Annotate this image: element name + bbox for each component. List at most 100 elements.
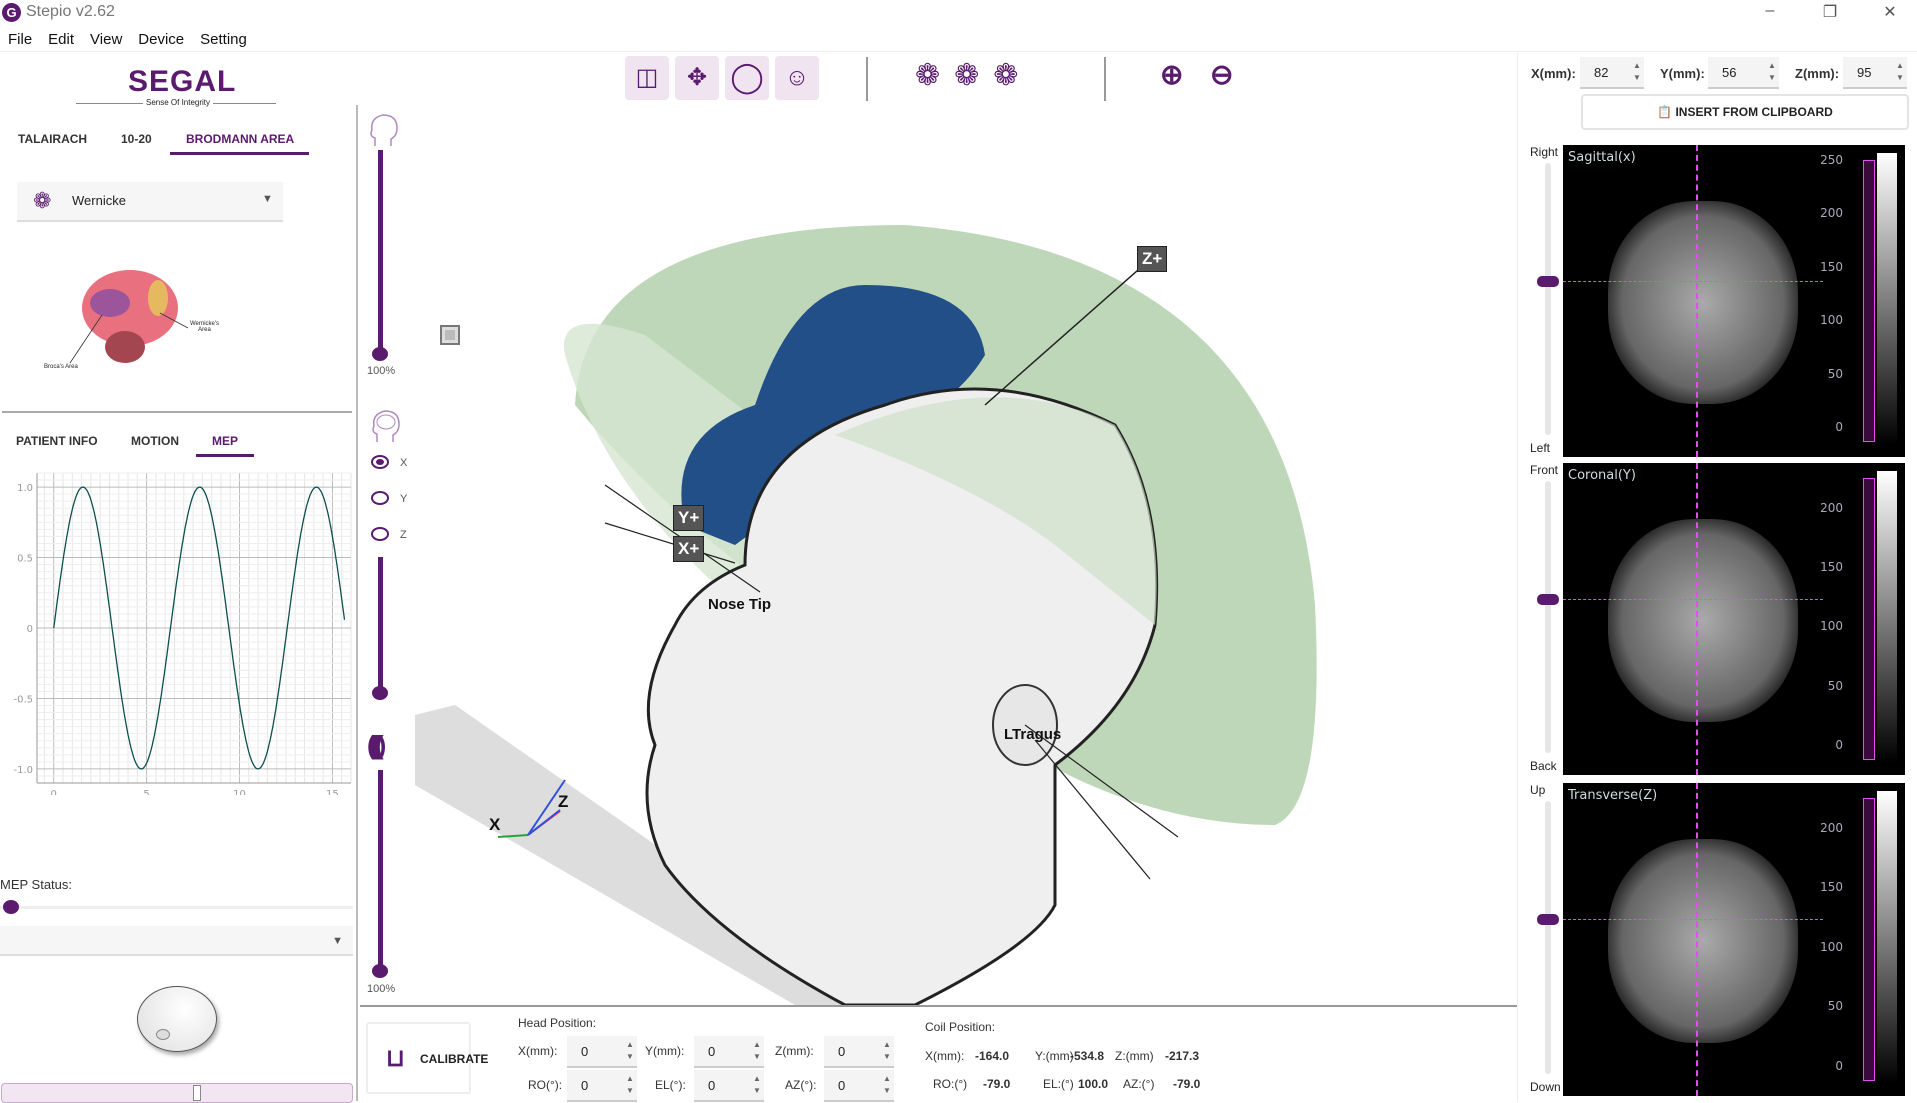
brain-side-icon[interactable]: ❁ [915, 58, 940, 93]
view-top-label: Up [1530, 783, 1546, 797]
slice-position-slider[interactable] [1545, 801, 1551, 1074]
coil-field-label: X(mm): [925, 1049, 965, 1063]
mri-view-1[interactable]: Sagittal(x) 250 200 150 100 50 0 [1563, 145, 1905, 457]
head-field-input[interactable]: 0 ▲ ▼ [567, 1070, 637, 1102]
mep-slider[interactable] [0, 906, 353, 909]
brain-top-icon[interactable]: ❁ [954, 58, 979, 93]
view-bottom-label: Down [1530, 1080, 1561, 1094]
coil-field-label: AZ:(°) [1123, 1077, 1155, 1091]
chevron-down-icon: ▼ [332, 935, 343, 947]
wernicke-label: Wernicke's Area [189, 321, 220, 333]
head-field-input[interactable]: 0 ▲ ▼ [824, 1036, 894, 1068]
menu-device[interactable]: Device [130, 28, 192, 51]
radio-z-label: Z [400, 529, 407, 541]
tab-10-20[interactable]: 10-20 [121, 132, 152, 146]
coil-field-value: -79.0 [1173, 1077, 1201, 1091]
tab-motion[interactable]: MOTION [131, 434, 179, 448]
radio-x[interactable] [371, 455, 389, 469]
move-axes-icon[interactable]: ✥ [675, 56, 719, 100]
window-level-range[interactable] [1863, 160, 1875, 442]
view-bottom-label: Back [1530, 759, 1557, 773]
menu-file[interactable]: File [0, 28, 40, 51]
mri-view-2[interactable]: Coronal(Y) 200 150 100 50 0 [1563, 463, 1905, 775]
chevron-down-icon: ▼ [262, 193, 273, 205]
view-bottom-label: Left [1530, 441, 1551, 455]
control-knob[interactable] [137, 986, 217, 1052]
restore-button[interactable]: ❐ [1815, 2, 1845, 22]
target-x-label: X(mm): [1531, 66, 1576, 81]
mri-view-3[interactable]: Transverse(Z) 200 150 100 50 0 [1563, 783, 1905, 1096]
tab-mep[interactable]: MEP [212, 434, 238, 448]
bottom-scrollbar[interactable] [1, 1083, 353, 1103]
head-field-input[interactable]: 0 ▲ ▼ [824, 1070, 894, 1102]
nose-tip-label: Nose Tip [708, 596, 772, 613]
target-y-field[interactable]: 56 ▲ ▼ [1708, 57, 1779, 89]
colorbar-tick: 0 [1835, 738, 1843, 752]
insert-from-clipboard-button[interactable]: 📋 INSERT FROM CLIPBOARD [1581, 94, 1909, 130]
minimize-button[interactable]: – [1755, 2, 1785, 20]
slice-slider-thumb[interactable] [1537, 276, 1559, 288]
coil-opacity-thumb[interactable] [372, 964, 388, 978]
head-field-label: Y(mm): [645, 1044, 685, 1058]
colorbar-tick: 200 [1820, 820, 1843, 835]
view-top-label: Front [1530, 463, 1559, 477]
coil-opacity-slider[interactable] [378, 770, 383, 970]
colorbar-tick: 150 [1820, 560, 1843, 574]
axis-z-label: Z [558, 792, 569, 811]
close-button[interactable]: ✕ [1875, 2, 1905, 22]
crosshair-vertical [1696, 145, 1698, 457]
calibration-icon[interactable]: ◫ [625, 56, 669, 100]
tab-brodmann-area[interactable]: BRODMANN AREA [186, 132, 294, 146]
mep-status-label: MEP Status: [0, 877, 73, 892]
menu-edit[interactable]: Edit [40, 28, 82, 51]
x-tick-label: 5 [143, 789, 149, 795]
mep-select[interactable]: ▼ [0, 926, 353, 956]
target-x-field[interactable]: 82 ▲ ▼ [1580, 57, 1644, 89]
toolbar-view-group: ◫ ✥ ◯ ☺ [625, 56, 819, 100]
area-select[interactable]: ❁ Wernicke ▼ [17, 182, 283, 222]
slice-position-slider[interactable] [1545, 481, 1551, 753]
brain-area-image: Wernicke's Area Broca's Area [40, 253, 240, 383]
slice-position-slider[interactable] [1545, 163, 1551, 435]
menu-setting[interactable]: Setting [192, 28, 255, 51]
radio-y[interactable] [371, 491, 389, 505]
zoom-out-icon[interactable]: ⊖ [1210, 58, 1233, 91]
colorbar-tick: 50 [1827, 366, 1843, 381]
window-level-range[interactable] [1863, 798, 1875, 1081]
head-opacity-slider[interactable] [378, 150, 383, 353]
colorbar-tick: 200 [1820, 206, 1843, 221]
zoom-in-icon[interactable]: ⊕ [1160, 58, 1183, 91]
slice-slider[interactable] [378, 557, 383, 692]
coil-icon: (((() [367, 730, 386, 760]
target-y-label: Y(mm): [1660, 66, 1705, 81]
radio-y-label: Y [400, 493, 408, 505]
tab-patient-info[interactable]: PATIENT INFO [16, 434, 98, 448]
head-field-input[interactable]: 0 ▲ ▼ [567, 1036, 637, 1068]
menu-view[interactable]: View [82, 28, 130, 51]
slice-slider-thumb[interactable] [1537, 594, 1559, 606]
head-opacity-thumb[interactable] [372, 347, 388, 361]
y-tick-label: 1.0 [17, 483, 33, 494]
tab-talairach[interactable]: TALAIRACH [18, 132, 87, 146]
crosshair-vertical [1696, 463, 1698, 775]
3d-viewport[interactable] [415, 105, 1517, 1005]
mep-slider-thumb[interactable] [3, 900, 19, 914]
calibrate-button[interactable]: ⊔ CALIBRATE [366, 1022, 488, 1094]
grayscale-colorbar [1877, 153, 1897, 445]
colorbar-tick: 0 [1835, 420, 1843, 434]
slice-slider-thumb[interactable] [1537, 914, 1559, 926]
target-z-field[interactable]: 95 ▲ ▼ [1843, 57, 1907, 89]
sphere-icon[interactable]: ◯ [725, 56, 769, 100]
radio-z[interactable] [371, 527, 389, 541]
colorbar-tick: 50 [1827, 999, 1843, 1014]
toolbar-brain-group: ❁ ❁ ❁ [915, 58, 1018, 93]
x-tick-label: 15 [326, 789, 339, 795]
slice-slider-thumb[interactable] [372, 686, 388, 700]
head-brain-icon[interactable]: ☺ [775, 56, 819, 100]
window-level-range[interactable] [1863, 478, 1875, 760]
head-field-input[interactable]: 0 ▲ ▼ [694, 1070, 764, 1102]
head-field-input[interactable]: 0 ▲ ▼ [694, 1036, 764, 1068]
brain-split-icon[interactable]: ❁ [993, 58, 1018, 93]
colorbar-tick: 200 [1820, 500, 1843, 515]
mep-chart: 1.0 0.5 0 -0.5 -1.0 0 5 10 15 [13, 472, 352, 795]
